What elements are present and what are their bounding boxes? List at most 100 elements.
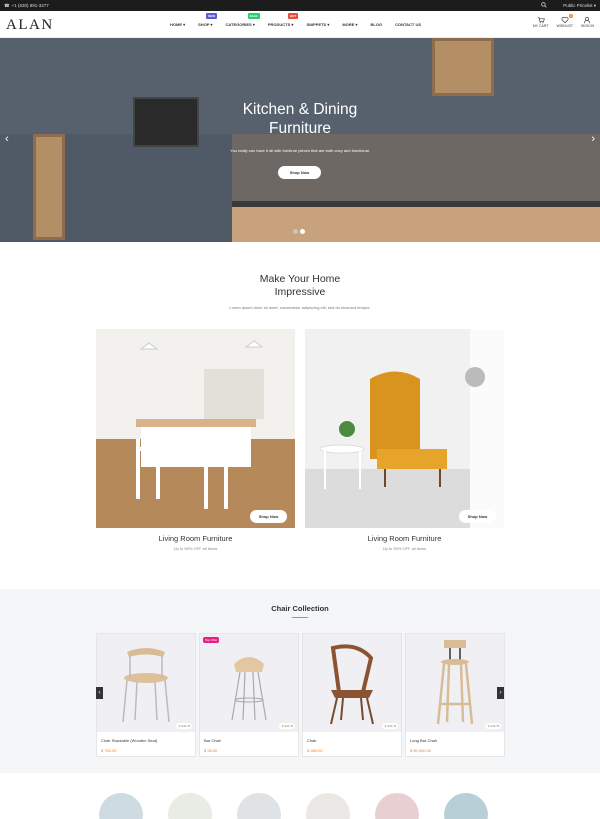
site-logo[interactable]: ALAN	[6, 17, 54, 34]
star-icon: ★	[487, 724, 490, 728]
user-icon	[584, 16, 591, 24]
main-header: ALAN HOME ▾ NEW SHOP ▾ SALE CATEGORIES ▾ H…	[0, 11, 600, 38]
card-title[interactable]: Living Room Furniture	[305, 534, 504, 543]
nav-more[interactable]: MORE ▾	[342, 22, 357, 27]
living-room-image	[305, 329, 504, 528]
slider-dot[interactable]	[293, 229, 298, 234]
product-price: $ 750.00	[101, 748, 117, 753]
rating: ★ 0.0 / 5	[382, 723, 398, 729]
nav-contact-us[interactable]: CONTACT US	[395, 22, 421, 27]
pricelist-label: Public Pricelist	[563, 2, 593, 8]
card-shop-now-button[interactable]: Shop Now	[459, 510, 496, 523]
chevron-down-icon: ▾	[183, 22, 186, 27]
nav-categories[interactable]: SALE CATEGORIES ▾	[226, 13, 260, 27]
product-card[interactable]: Top Offer ★ 0.0 / 5 Bar Chair $ 28.00	[199, 633, 299, 757]
section-subtitle: Lorem ipsum dolor sit amet, consectetur …	[229, 305, 371, 310]
hot-badge: HOT	[287, 13, 299, 19]
rating-value: 0.0 / 5	[387, 724, 396, 728]
main-nav: HOME ▾ NEW SHOP ▾ SALE CATEGORIES ▾ HOT PRO…	[170, 11, 434, 38]
signin-label: SIGN IN	[580, 24, 594, 28]
cart-icon	[537, 17, 545, 24]
top-offer-tag: Top Offer	[203, 637, 220, 643]
cart-label: MY CART	[532, 24, 549, 28]
hero-subtitle: You really can have it all with furnitur…	[230, 148, 370, 153]
section-title-line: Impressive	[274, 286, 326, 298]
phone-icon: ☎	[4, 2, 10, 8]
pricelist-dropdown[interactable]: Public Pricelist ▾	[563, 3, 596, 9]
category-card-kitchen[interactable]: Shop Now	[96, 329, 295, 528]
product-name[interactable]: Bar Chair	[204, 738, 221, 743]
wishlist-count: 0	[568, 14, 573, 18]
rating: ★ 0.0 / 5	[279, 723, 295, 729]
hero-shelf-image	[432, 38, 494, 96]
hero-title: Kitchen & Dining Furniture	[210, 100, 390, 138]
carousel-next-icon[interactable]: ›	[497, 687, 504, 699]
phone-number: +1 (630) 891-3277	[11, 3, 49, 8]
card-subtitle: Up to 55% OFF all items	[173, 546, 218, 551]
rating-value: 0.0 / 5	[181, 724, 190, 728]
section-title-line: Make Your Home	[259, 273, 341, 285]
rating-value: 0.0 / 5	[284, 724, 293, 728]
nav-label: MORE	[342, 22, 355, 27]
product-card[interactable]: ★ 0.0 / 5 Chair Stackable (Wooden Seat) …	[96, 633, 196, 757]
section-title: Make Your Home Impressive	[200, 273, 400, 299]
sale-badge: SALE	[247, 13, 260, 19]
carousel-prev-icon[interactable]: ‹	[96, 687, 103, 699]
product-image	[406, 634, 504, 732]
nav-label: HOME	[170, 22, 182, 27]
nav-shop[interactable]: NEW SHOP ▾	[198, 13, 218, 27]
category-circle[interactable]	[444, 793, 488, 819]
nav-label: CONTACT US	[395, 22, 422, 27]
product-name[interactable]: Chair	[307, 738, 317, 743]
slider-dot-active[interactable]	[300, 229, 305, 234]
category-circle[interactable]	[99, 793, 143, 819]
search-icon[interactable]	[541, 2, 547, 9]
card-subtitle: Up to 55% OFF all items	[382, 546, 427, 551]
product-image	[200, 634, 298, 732]
product-name[interactable]: Chair Stackable (Wooden Seat)	[101, 738, 157, 743]
arrow-right-icon[interactable]: ›	[591, 133, 595, 145]
chevron-down-icon: ▾	[252, 22, 255, 27]
chevron-down-icon: ▾	[210, 22, 213, 27]
nav-label: SNIPPETS	[306, 22, 327, 27]
nav-home[interactable]: HOME ▾	[170, 22, 185, 27]
wishlist-button[interactable]: 0 WISHLIST	[556, 14, 573, 28]
product-name[interactable]: Long Bar-Chair	[410, 738, 437, 743]
product-card[interactable]: ★ 0.0 / 5 Long Bar-Chair $ 90,000.00	[405, 633, 505, 757]
nav-snippets[interactable]: SNIPPETS ▾	[306, 22, 329, 27]
arrow-left-icon[interactable]: ‹	[5, 133, 9, 145]
star-icon: ★	[384, 724, 387, 728]
new-badge: NEW	[206, 13, 218, 19]
category-circle[interactable]	[168, 793, 212, 819]
nav-blog[interactable]: BLOG	[371, 22, 383, 27]
card-shop-now-button[interactable]: Shop Now	[250, 510, 287, 523]
product-image	[303, 634, 401, 732]
cart-button[interactable]: MY CART	[532, 16, 549, 28]
nav-label: SHOP	[198, 22, 210, 27]
top-bar: ☎ +1 (630) 891-3277 Public Pricelist ▾	[0, 0, 600, 11]
product-price: $ 280.00	[307, 748, 323, 753]
nav-label: BLOG	[370, 22, 383, 27]
category-circle[interactable]	[306, 793, 350, 819]
category-circle[interactable]	[237, 793, 281, 819]
signin-button[interactable]: SIGN IN	[581, 16, 594, 28]
nav-products[interactable]: HOT PRODUCTS ▾	[268, 13, 299, 27]
product-price: $ 90,000.00	[410, 748, 432, 753]
chevron-down-icon: ▾	[593, 2, 596, 8]
kitchen-image	[96, 329, 295, 528]
rating: ★ 0.0 / 5	[176, 723, 192, 729]
chevron-down-icon: ▾	[291, 22, 294, 27]
category-card-living[interactable]: Shop Now	[305, 329, 504, 528]
star-icon: ★	[178, 724, 181, 728]
chevron-down-icon: ▾	[327, 22, 330, 27]
hero-bg-drawers	[232, 207, 600, 242]
product-card[interactable]: ★ 0.0 / 5 Chair $ 280.00	[302, 633, 402, 757]
hero-oven-image	[133, 97, 199, 147]
product-price: $ 28.00	[204, 748, 218, 753]
phone-info[interactable]: ☎ +1 (630) 891-3277	[4, 3, 49, 9]
card-title[interactable]: Living Room Furniture	[96, 534, 295, 543]
hero-shop-now-button[interactable]: Shop Now	[278, 166, 321, 179]
hero-title-line: Furniture	[268, 120, 332, 137]
hero-slider: Kitchen & Dining Furniture You really ca…	[0, 38, 600, 242]
category-circle[interactable]	[375, 793, 419, 819]
